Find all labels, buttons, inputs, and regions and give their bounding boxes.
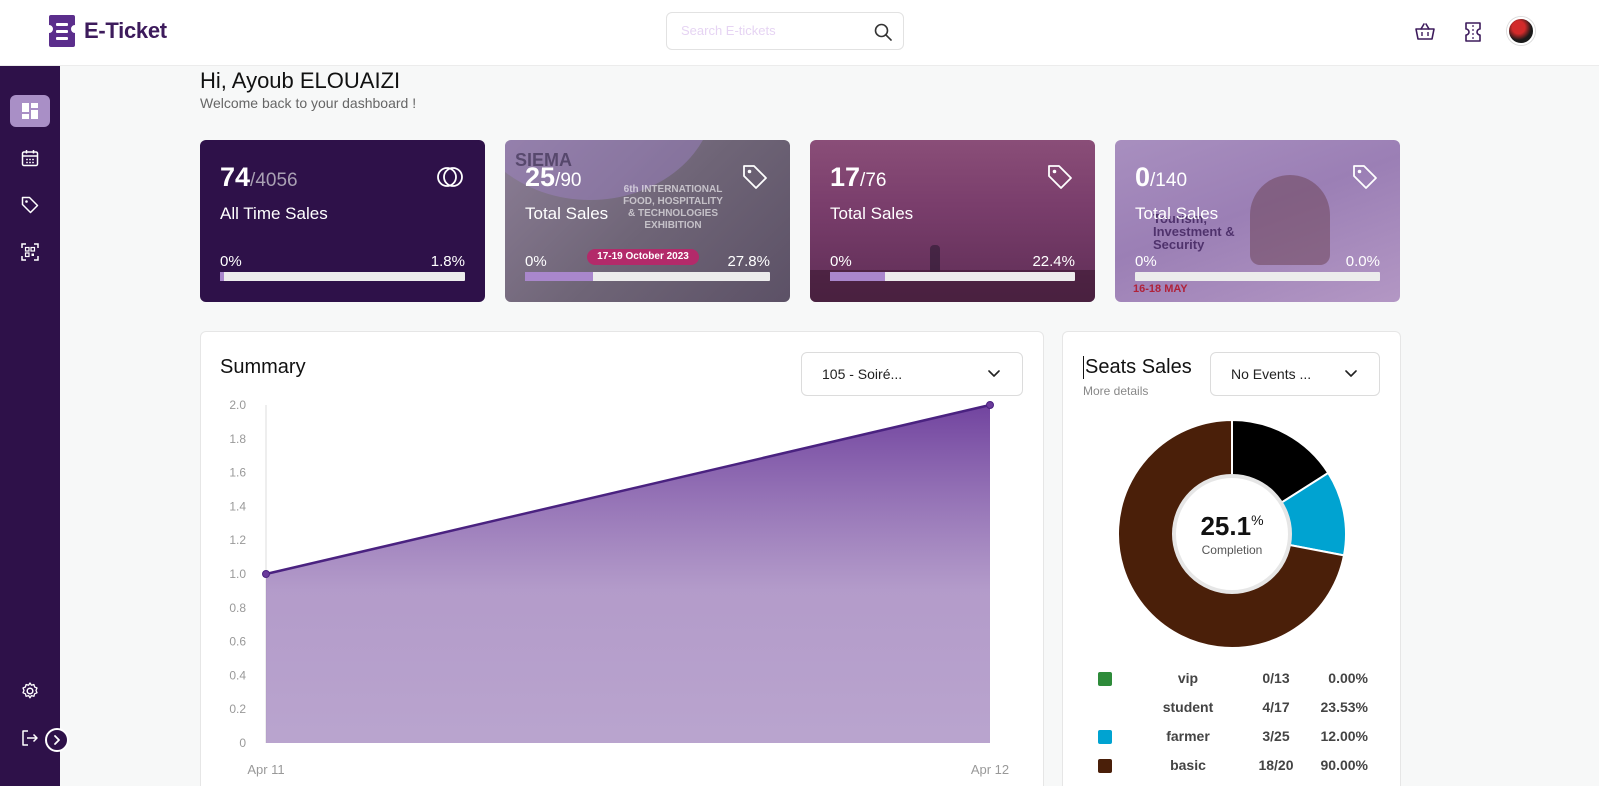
search-input[interactable] (681, 23, 861, 38)
card-percent: 0.0% (1345, 253, 1380, 270)
logout-icon (22, 730, 38, 746)
legend-item-farmer: farmer 3/25 12.00% (1098, 728, 1368, 748)
legend-swatch (1098, 759, 1112, 773)
tag-icon (1353, 165, 1377, 189)
top-bar: E-Ticket (0, 0, 1599, 66)
legend-item-vip: vip 0/13 0.00% (1098, 670, 1368, 690)
card-label: All Time Sales (220, 204, 328, 223)
completion-value: 25.1% (1200, 511, 1264, 541)
card-progress-fill (525, 272, 594, 281)
card-progress-bar (1135, 272, 1380, 281)
tag-icon (743, 165, 767, 189)
user-avatar[interactable] (1507, 17, 1535, 45)
card-value: 74/4056 (220, 162, 298, 192)
card-label: Total Sales (525, 204, 609, 223)
completion-label: Completion (1201, 543, 1263, 557)
seats-sales-title: Seats Sales (1083, 356, 1192, 379)
card-min: 0% (220, 253, 242, 270)
app-name: E-Ticket (84, 18, 167, 43)
card-percent: 27.8% (727, 253, 770, 270)
stat-card-all-time[interactable]: 74/4056 All Time Sales 0% 1.8% (200, 140, 485, 302)
stat-card-event-tourism[interactable]: Tourism, Investment & Security 16-18 MAY… (1115, 140, 1400, 302)
seats-event-dropdown[interactable]: No Events ... (1210, 352, 1380, 396)
card-min: 0% (1135, 253, 1157, 270)
chevron-down-icon (988, 370, 1000, 377)
search-icon[interactable] (873, 22, 893, 42)
greeting-title: Hi, Ayoub ELOUAIZI (200, 68, 401, 93)
poster-text: 6th INTERNATIONAL FOOD, HOSPITALITY & TE… (623, 184, 723, 231)
sidebar (0, 66, 69, 786)
card-progress-bar (525, 272, 770, 281)
legend-swatch (1098, 730, 1112, 744)
coins-icon (437, 167, 463, 187)
tag-icon (21, 196, 39, 214)
dashboard-icon (22, 103, 38, 119)
qr-scan-icon (21, 243, 39, 261)
card-value: 0/140 (1135, 162, 1188, 192)
sidebar-item-dashboard[interactable] (10, 95, 50, 127)
ticket-icon[interactable] (1461, 20, 1485, 44)
search-box[interactable] (666, 12, 904, 50)
card-value: 25/90 (525, 162, 582, 192)
ticket-logo-icon (49, 15, 75, 47)
sidebar-item-logout[interactable] (10, 722, 50, 754)
tag-icon (1048, 165, 1072, 189)
card-percent: 22.4% (1032, 253, 1075, 270)
stat-card-event-siema[interactable]: SIEMA 6th INTERNATIONAL FOOD, HOSPITALIT… (505, 140, 790, 302)
summary-panel (200, 331, 1044, 786)
card-progress-bar (830, 272, 1075, 281)
gear-icon (22, 682, 38, 699)
chevron-down-icon (1345, 370, 1357, 377)
card-progress-bar (220, 272, 465, 281)
card-progress-fill (830, 272, 885, 281)
card-value: 17/76 (830, 162, 887, 192)
legend-item-basic: basic 18/20 90.00% (1098, 757, 1368, 777)
more-details-link[interactable]: More details (1083, 384, 1148, 398)
card-progress-fill (220, 272, 225, 281)
poster-date: 16-18 MAY (1133, 283, 1188, 295)
event-select-dropdown[interactable]: 105 - Soiré... (801, 352, 1023, 396)
summary-title: Summary (220, 356, 306, 378)
basket-icon[interactable] (1413, 20, 1437, 44)
card-label: Total Sales (830, 204, 914, 223)
event-date-banner: 17-19 October 2023 (587, 249, 699, 265)
sidebar-item-tags[interactable] (10, 189, 50, 221)
event-select-label: 105 - Soiré... (822, 366, 903, 382)
seats-event-label: No Events ... (1231, 366, 1312, 382)
sidebar-item-calendar[interactable] (10, 142, 50, 174)
legend-item-student: student 4/17 23.53% (1162, 699, 1368, 715)
card-percent: 1.8% (430, 253, 465, 270)
sidebar-item-settings[interactable] (10, 675, 50, 707)
sidebar-item-scanner[interactable] (10, 236, 50, 268)
card-min: 0% (525, 253, 547, 270)
card-min: 0% (830, 253, 852, 270)
greeting-subtitle: Welcome back to your dashboard ! (200, 95, 417, 111)
card-label: Total Sales (1135, 204, 1219, 223)
completion-readout: 25.1% Completion (1175, 511, 1289, 557)
app-logo[interactable]: E-Ticket (48, 14, 167, 48)
legend-swatch (1098, 672, 1112, 686)
calendar-icon (21, 150, 39, 167)
stat-card-event-conference[interactable]: 17/76 Total Sales 0% 22.4% (810, 140, 1095, 302)
chevron-right-icon (54, 735, 60, 745)
